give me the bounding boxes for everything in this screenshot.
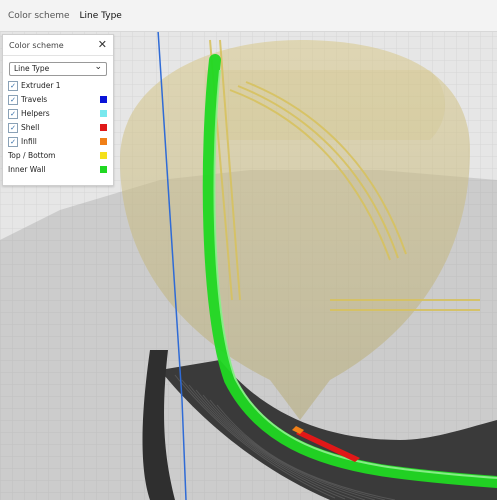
shell-row[interactable]: ✓ Shell bbox=[8, 122, 108, 134]
inner-wall-row: Inner Wall bbox=[8, 164, 108, 176]
color-scheme-panel: Color scheme ✕ Line Type ⌄ ✓ Extruder 1 … bbox=[2, 34, 114, 186]
dropdown-value: Line Type bbox=[14, 64, 50, 73]
extruder-1-checkbox[interactable]: ✓ bbox=[8, 81, 18, 91]
close-icon[interactable]: ✕ bbox=[98, 38, 107, 51]
top-bar: Color scheme Line Type bbox=[0, 0, 497, 32]
infill-checkbox[interactable]: ✓ bbox=[8, 137, 18, 147]
top-bottom-color-swatch bbox=[100, 152, 107, 159]
top-bottom-label: Top / Bottom bbox=[8, 151, 56, 160]
extruder-1-row[interactable]: ✓ Extruder 1 bbox=[8, 80, 108, 92]
panel-divider bbox=[3, 55, 113, 56]
infill-label: Infill bbox=[21, 137, 37, 146]
color-scheme-label: Color scheme bbox=[8, 10, 70, 21]
shell-label: Shell bbox=[21, 123, 40, 132]
travels-color-swatch bbox=[100, 96, 107, 103]
shell-checkbox[interactable]: ✓ bbox=[8, 123, 18, 133]
extruder-1-label: Extruder 1 bbox=[21, 81, 61, 90]
infill-color-swatch bbox=[100, 138, 107, 145]
helpers-label: Helpers bbox=[21, 109, 50, 118]
travels-row[interactable]: ✓ Travels bbox=[8, 94, 108, 106]
travels-checkbox[interactable]: ✓ bbox=[8, 95, 18, 105]
inner-wall-label: Inner Wall bbox=[8, 165, 46, 174]
color-scheme-dropdown[interactable]: Line Type ⌄ bbox=[9, 62, 107, 76]
panel-title: Color scheme bbox=[9, 41, 64, 50]
top-bottom-row: Top / Bottom bbox=[8, 150, 108, 162]
color-scheme-value[interactable]: Line Type bbox=[80, 11, 122, 21]
shell-color-swatch bbox=[100, 124, 107, 131]
inner-wall-color-swatch bbox=[100, 166, 107, 173]
chevron-down-icon: ⌄ bbox=[94, 62, 102, 72]
helpers-checkbox[interactable]: ✓ bbox=[8, 109, 18, 119]
helpers-color-swatch bbox=[100, 110, 107, 117]
infill-row[interactable]: ✓ Infill bbox=[8, 136, 108, 148]
travels-label: Travels bbox=[21, 95, 48, 104]
helpers-row[interactable]: ✓ Helpers bbox=[8, 108, 108, 120]
